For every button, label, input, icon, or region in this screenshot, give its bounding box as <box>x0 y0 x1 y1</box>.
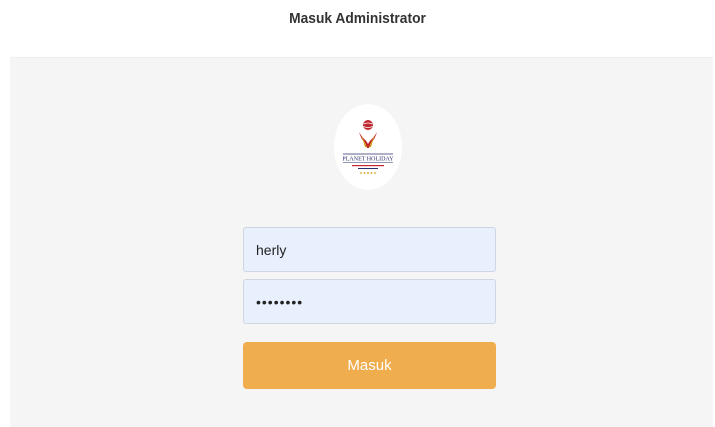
login-button[interactable]: Masuk <box>243 342 496 389</box>
logo-wordmark: PLANET HOLIDAY <box>342 157 394 163</box>
hotel-logo: PLANET HOLIDAY <box>334 104 402 190</box>
login-page: Masuk Administrator PLANET HOLIDAY herly… <box>0 0 715 427</box>
planet-holiday-logo-icon: PLANET HOLIDAY <box>342 120 394 174</box>
password-input[interactable] <box>243 279 496 324</box>
page-title: Masuk Administrator <box>289 10 426 27</box>
username-input[interactable] <box>243 227 496 272</box>
